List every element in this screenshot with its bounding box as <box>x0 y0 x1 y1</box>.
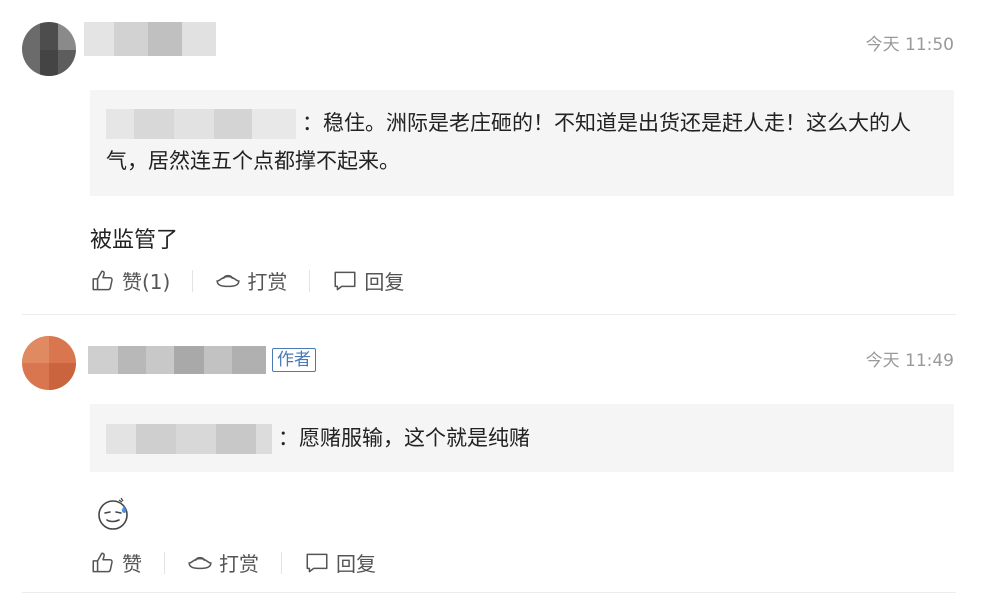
quoted-username-blurred[interactable] <box>106 109 296 139</box>
like-button[interactable]: 赞(1) <box>90 266 170 295</box>
action-divider <box>309 269 311 292</box>
like-label: 赞(1) <box>122 270 171 294</box>
quote-text: ：愿赌服输，这个就是纯赌 <box>278 426 530 450</box>
comment-item: 作者 今天 11:49 ：愿赌服输，这个就是纯赌 赞 打赏 回复 <box>0 318 1000 596</box>
comment-icon <box>334 271 356 290</box>
thumbs-up-icon <box>92 269 113 290</box>
author-badge: 作者 <box>272 348 316 372</box>
reply-label: 回复 <box>364 270 405 294</box>
action-divider <box>164 551 165 574</box>
comment-time: 今天 11:50 <box>865 35 954 55</box>
like-label: 赞 <box>122 552 142 576</box>
comment-actions: 赞 打赏 回复 <box>90 548 376 577</box>
username-blurred[interactable] <box>88 346 266 374</box>
sweat-smile-emoji-icon <box>98 497 128 530</box>
action-divider <box>192 269 194 292</box>
tip-button[interactable]: 打赏 <box>187 548 259 577</box>
quoted-username-blurred[interactable] <box>106 424 272 454</box>
comment-divider <box>22 592 956 593</box>
comment-actions: 赞(1) 打赏 回复 <box>90 266 404 295</box>
reply-label: 回复 <box>336 552 376 576</box>
thumbs-up-icon <box>92 551 113 572</box>
like-button[interactable]: 赞 <box>90 548 142 577</box>
username-blurred[interactable] <box>84 22 216 56</box>
action-divider <box>281 551 282 574</box>
tip-button[interactable]: 打赏 <box>215 266 287 295</box>
tip-label: 打赏 <box>247 270 288 294</box>
comment-time: 今天 11:49 <box>865 351 954 371</box>
tip-label: 打赏 <box>219 552 259 576</box>
reply-text: 被监管了 <box>90 228 179 253</box>
quoted-comment: ：稳住。洲际是老庄砸的！不知道是出货还是赶人走！这么大的人气，居然连五个点都撑不… <box>90 90 954 196</box>
ingot-icon <box>216 274 240 287</box>
avatar[interactable] <box>22 22 76 76</box>
quote-text-block: ：愿赌服输，这个就是纯赌 <box>106 419 924 457</box>
quoted-comment: ：愿赌服输，这个就是纯赌 <box>90 404 954 472</box>
reply-button[interactable]: 回复 <box>332 266 404 295</box>
avatar[interactable] <box>22 336 76 390</box>
ingot-icon <box>188 556 212 569</box>
reply-button[interactable]: 回复 <box>304 548 376 577</box>
comment-item: 今天 11:50 ：稳住。洲际是老庄砸的！不知道是出货还是赶人走！这么大的人气，… <box>0 0 1000 316</box>
quote-text-block: ：稳住。洲际是老庄砸的！不知道是出货还是赶人走！这么大的人气，居然连五个点都撑不… <box>106 104 924 180</box>
comment-divider <box>22 314 956 315</box>
comment-icon <box>306 553 328 572</box>
